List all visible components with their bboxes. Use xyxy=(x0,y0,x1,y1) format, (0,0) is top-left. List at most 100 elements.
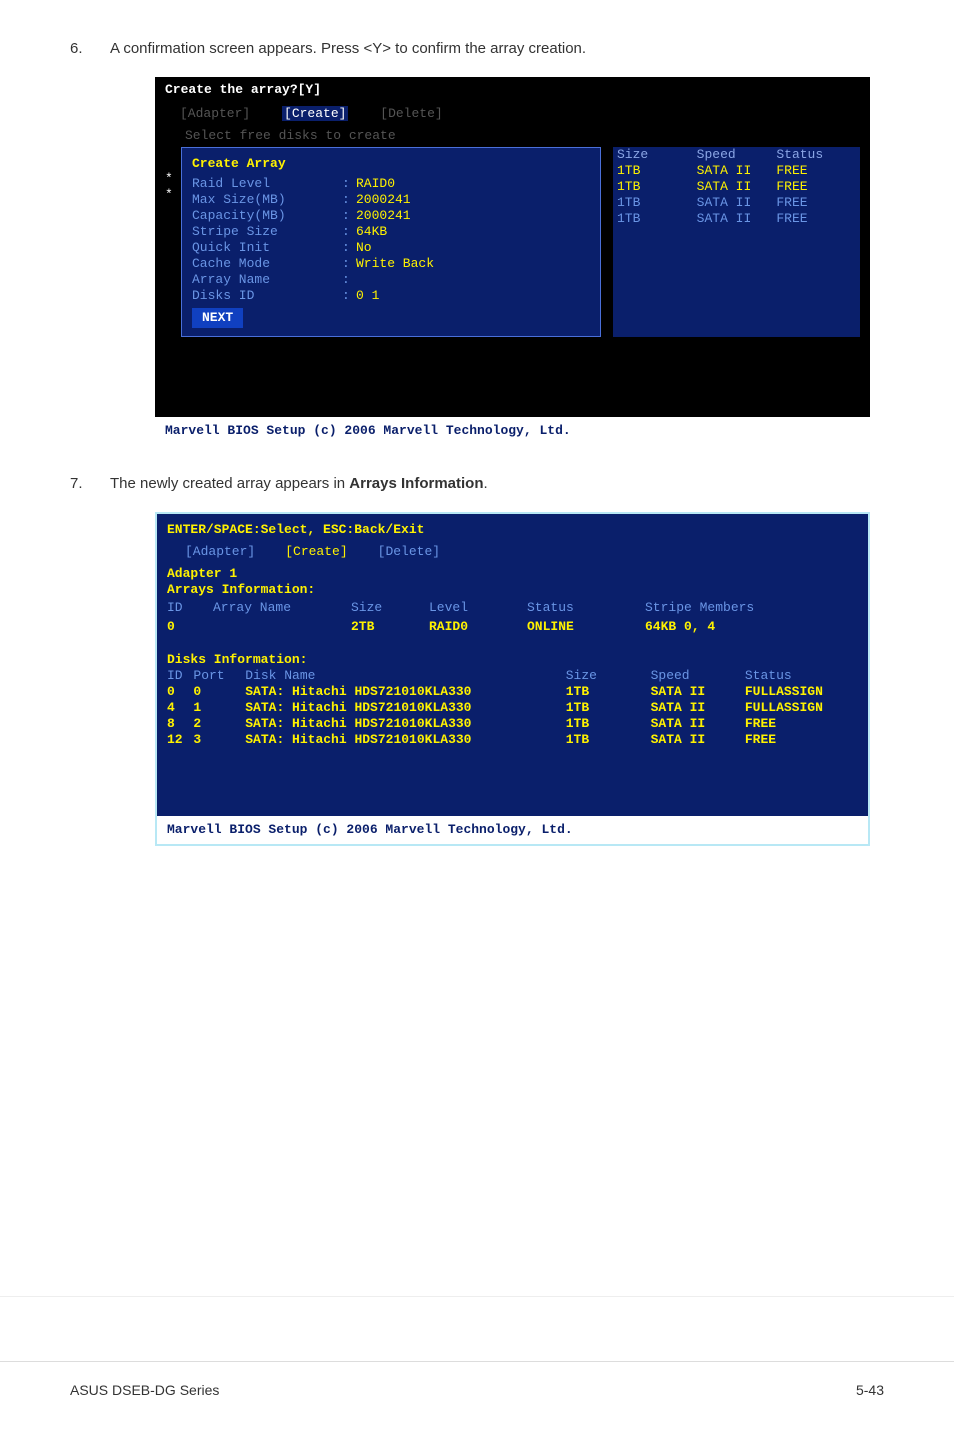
field-row[interactable]: Max Size(MB):2000241 xyxy=(192,192,590,208)
cell-speed: SATA II xyxy=(651,700,745,716)
col-status: Status xyxy=(776,147,856,163)
field-label: Disks ID xyxy=(192,288,342,304)
disk-row[interactable]: 1TBSATA IIFREE xyxy=(613,211,860,227)
create-array-title: Create Array xyxy=(192,156,590,176)
cell-size: 2TB xyxy=(351,619,411,635)
cell-id: 0 xyxy=(167,684,193,700)
bios-screen-create-array: Create the array?[Y] [Adapter] [Create] … xyxy=(155,77,870,445)
disk-row[interactable]: 00SATA: Hitachi HDS721010KLA3301TBSATA I… xyxy=(167,684,858,700)
tab-adapter[interactable]: [Adapter] xyxy=(180,106,250,121)
cell-size: 1TB xyxy=(617,211,697,227)
disk-list-header: Size Speed Status xyxy=(613,147,860,163)
field-row[interactable]: Cache Mode:Write Back xyxy=(192,256,590,272)
col-id: ID xyxy=(167,668,193,684)
field-row[interactable]: Disks ID:0 1 xyxy=(192,288,590,304)
step-6: 6. A confirmation screen appears. Press … xyxy=(70,40,884,57)
tab-row: [Adapter] [Create] [Delete] xyxy=(155,103,870,125)
cell-status: FREE xyxy=(776,195,856,211)
cell-status: FREE xyxy=(776,163,856,179)
next-button[interactable]: NEXT xyxy=(192,308,243,328)
col-size: Size xyxy=(351,600,411,616)
arrays-columns: ID Array Name Size Level Status Stripe M… xyxy=(167,598,858,616)
bios-screen-arrays-info: ENTER/SPACE:Select, ESC:Back/Exit [Adapt… xyxy=(155,512,870,846)
disk-row[interactable]: 82SATA: Hitachi HDS721010KLA3301TBSATA I… xyxy=(167,716,858,732)
footer-product: ASUS DSEB-DG Series xyxy=(70,1382,219,1398)
cell-speed: SATA II xyxy=(697,179,777,195)
cell-size: 1TB xyxy=(566,732,651,748)
bios-footer: Marvell BIOS Setup (c) 2006 Marvell Tech… xyxy=(157,816,868,844)
field-value: No xyxy=(356,240,372,256)
col-size: Size xyxy=(617,147,697,163)
field-sep: : xyxy=(342,272,356,288)
cell-diskname: SATA: Hitachi HDS721010KLA330 xyxy=(245,684,566,700)
tab-adapter[interactable]: [Adapter] xyxy=(185,544,255,560)
field-value: 64KB xyxy=(356,224,387,240)
arrays-info-title: Arrays Information: xyxy=(167,582,858,598)
cell-speed: SATA II xyxy=(697,211,777,227)
tab-create[interactable]: [Create] xyxy=(282,106,348,121)
disk-row[interactable]: 1TBSATA IIFREE xyxy=(613,179,860,195)
cell-port: 1 xyxy=(193,700,245,716)
col-diskname: Disk Name xyxy=(245,668,566,684)
field-sep: : xyxy=(342,192,356,208)
disks-info-title: Disks Information: xyxy=(167,652,858,668)
field-value: Write Back xyxy=(356,256,434,272)
col-status: Status xyxy=(745,668,858,684)
col-speed: Speed xyxy=(697,147,777,163)
field-sep: : xyxy=(342,256,356,272)
field-sep: : xyxy=(342,208,356,224)
cell-port: 0 xyxy=(193,684,245,700)
cell-size: 1TB xyxy=(566,684,651,700)
col-port: Port xyxy=(193,668,245,684)
step-7: 7. The newly created array appears in Ar… xyxy=(70,475,884,492)
tab-delete[interactable]: [Delete] xyxy=(380,106,442,121)
field-row[interactable]: Capacity(MB):2000241 xyxy=(192,208,590,224)
array-row[interactable]: 0 2TB RAID0 ONLINE 64KB 0, 4 xyxy=(167,616,858,638)
cell-size: 1TB xyxy=(566,700,651,716)
disk-list-panel: Size Speed Status 1TBSATA IIFREE1TBSATA … xyxy=(613,147,860,337)
help-line: ENTER/SPACE:Select, ESC:Back/Exit xyxy=(167,522,858,544)
col-speed: Speed xyxy=(651,668,745,684)
field-value: 2000241 xyxy=(356,192,411,208)
field-row[interactable]: Stripe Size:64KB xyxy=(192,224,590,240)
field-label: Stripe Size xyxy=(192,224,342,240)
star-marker: * xyxy=(165,187,179,203)
select-free-disks-label: Select free disks to create xyxy=(155,125,870,147)
field-row[interactable]: Array Name: xyxy=(192,272,590,288)
cell-status: FREE xyxy=(745,732,858,748)
disk-row[interactable]: 41SATA: Hitachi HDS721010KLA3301TBSATA I… xyxy=(167,700,858,716)
field-label: Quick Init xyxy=(192,240,342,256)
cell-port: 3 xyxy=(193,732,245,748)
cell-diskname: SATA: Hitachi HDS721010KLA330 xyxy=(245,732,566,748)
col-size: Size xyxy=(566,668,651,684)
field-row[interactable]: Quick Init:No xyxy=(192,240,590,256)
disk-row[interactable]: 123SATA: Hitachi HDS721010KLA3301TBSATA … xyxy=(167,732,858,748)
cell-stripe: 64KB 0, 4 xyxy=(645,619,785,635)
disk-row[interactable]: 1TBSATA IIFREE xyxy=(613,163,860,179)
star-marker: * xyxy=(165,171,179,187)
cell-size: 1TB xyxy=(617,179,697,195)
field-label: Cache Mode xyxy=(192,256,342,272)
page-footer: ASUS DSEB-DG Series 5-43 xyxy=(0,1361,954,1418)
cell-id: 8 xyxy=(167,716,193,732)
create-array-panel: Create Array Raid Level:RAID0Max Size(MB… xyxy=(181,147,601,337)
disk-row[interactable]: 1TBSATA IIFREE xyxy=(613,195,860,211)
tab-delete[interactable]: [Delete] xyxy=(378,544,440,560)
disks-columns: ID Port Disk Name Size Speed Status xyxy=(167,668,858,684)
col-stripe-members: Stripe Members xyxy=(645,600,785,616)
field-sep: : xyxy=(342,288,356,304)
field-sep: : xyxy=(342,176,356,192)
cell-speed: SATA II xyxy=(651,732,745,748)
cell-port: 2 xyxy=(193,716,245,732)
cell-status: ONLINE xyxy=(527,619,627,635)
step-6-number: 6. xyxy=(70,40,110,57)
field-row[interactable]: Raid Level:RAID0 xyxy=(192,176,590,192)
cell-speed: SATA II xyxy=(651,684,745,700)
cell-speed: SATA II xyxy=(697,195,777,211)
field-sep: : xyxy=(342,224,356,240)
tab-create[interactable]: [Create] xyxy=(285,544,347,560)
field-label: Max Size(MB) xyxy=(192,192,342,208)
col-status: Status xyxy=(527,600,627,616)
adapter-title: Adapter 1 xyxy=(167,566,858,582)
cell-status: FREE xyxy=(776,179,856,195)
